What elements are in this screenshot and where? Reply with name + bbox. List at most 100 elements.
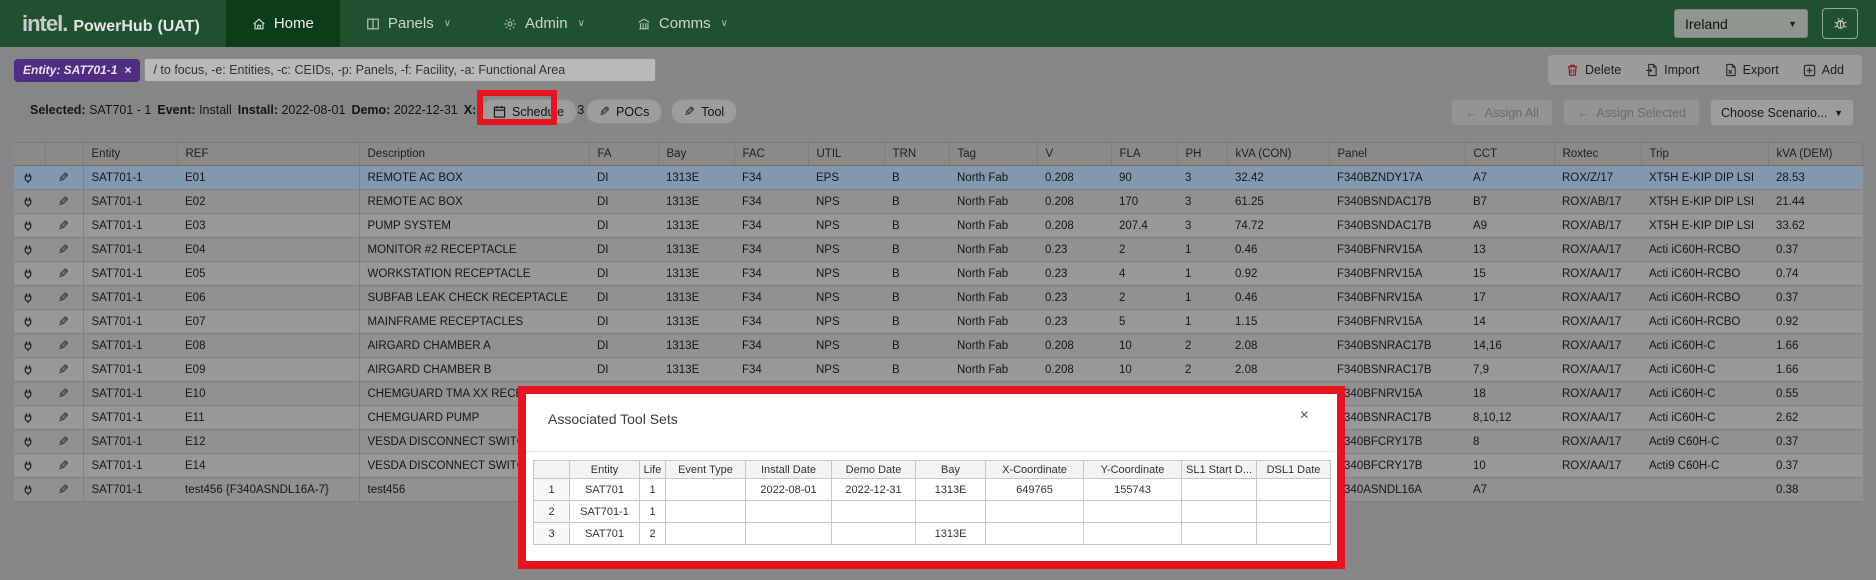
modal-cell-entity: SAT701 (570, 479, 640, 501)
column-header-entity[interactable]: Entity (83, 143, 177, 166)
modal-table-row[interactable]: 3SAT70121313E (534, 523, 1331, 545)
pocs-button[interactable]: ✎POCs (586, 99, 662, 124)
delete-button[interactable]: Delete (1554, 58, 1633, 82)
assign-group: ←Assign All ←Assign Selected Choose Scena… (1451, 99, 1854, 126)
selection-demo: Demo: 2022-12-31 (351, 103, 457, 117)
assign-all-button[interactable]: ←Assign All (1451, 99, 1553, 126)
export-button[interactable]: Export (1712, 58, 1791, 82)
edit-row-button[interactable]: ✎ (45, 406, 83, 430)
edit-row-button[interactable]: ✎ (45, 166, 83, 190)
column-header-util[interactable]: UTIL (808, 143, 884, 166)
pencil-icon: ✎ (58, 173, 69, 185)
plug-icon-cell[interactable] (14, 430, 45, 454)
column-header-description[interactable]: Description (359, 143, 589, 166)
column-header-bay[interactable]: Bay (658, 143, 734, 166)
tool-button[interactable]: ✎Tool (671, 99, 737, 124)
app-logo[interactable]: intel. PowerHub (UAT) (22, 11, 200, 37)
column-header-ph[interactable]: PH (1177, 143, 1227, 166)
table-row[interactable]: ✎SAT701-1E01REMOTE AC BOXDI1313EF34EPSBN… (14, 166, 1862, 190)
edit-row-button[interactable]: ✎ (45, 214, 83, 238)
import-button[interactable]: Import (1633, 58, 1711, 82)
button-label: Delete (1585, 63, 1621, 77)
arrow-left-icon: ← (1577, 106, 1590, 120)
table-row[interactable]: ✎SAT701-1E02REMOTE AC BOXDI1313EF34NPSBN… (14, 190, 1862, 214)
edit-row-button[interactable]: ✎ (45, 478, 83, 502)
nav-item-home[interactable]: Home (226, 0, 340, 47)
table-row[interactable]: ✎SAT701-1E03PUMP SYSTEMDI1313EF34NPSBNor… (14, 214, 1862, 238)
column-header-fla[interactable]: FLA (1111, 143, 1177, 166)
scenario-select[interactable]: Choose Scenario... ▼ (1710, 99, 1854, 126)
modal-table-row[interactable]: 2SAT701-11 (534, 501, 1331, 523)
plug-icon-cell[interactable] (14, 262, 45, 286)
assign-selected-button[interactable]: ←Assign Selected (1563, 99, 1700, 126)
modal-column-header-dsl1-date: DSL1 Date (1257, 461, 1331, 479)
table-row[interactable]: ✎SAT701-1E06SUBFAB LEAK CHECK RECEPTACLE… (14, 286, 1862, 310)
cell-ref: E14 (177, 454, 359, 478)
export-icon (1724, 63, 1737, 77)
plug-icon-cell[interactable] (14, 190, 45, 214)
column-header-fac[interactable]: FAC (734, 143, 808, 166)
table-row[interactable]: ✎SAT701-1E04MONITOR #2 RECEPTACLEDI1313E… (14, 238, 1862, 262)
column-header-ref[interactable]: REF (177, 143, 359, 166)
plug-icon-cell[interactable] (14, 334, 45, 358)
plug-icon-cell[interactable] (14, 166, 45, 190)
search-input[interactable] (144, 58, 656, 82)
close-icon[interactable]: × (124, 63, 131, 77)
modal-cell-sl1-start-d (1182, 479, 1257, 501)
cell-trn: B (884, 286, 949, 310)
nav-item-panels[interactable]: Panels∨ (340, 0, 477, 47)
cell-ph: 1 (1177, 286, 1227, 310)
column-header-cct[interactable]: CCT (1465, 143, 1554, 166)
cell-kva-con: 0.46 (1227, 286, 1329, 310)
column-header-kva-dem[interactable]: kVA (DEM) (1768, 143, 1862, 166)
edit-row-button[interactable]: ✎ (45, 286, 83, 310)
plug-icon-cell[interactable] (14, 478, 45, 502)
add-button[interactable]: Add (1791, 58, 1856, 82)
plug-icon-cell[interactable] (14, 382, 45, 406)
column-header-trn[interactable]: TRN (884, 143, 949, 166)
cell-trip: XT5H E-KIP DIP LSI (1641, 214, 1768, 238)
edit-row-button[interactable]: ✎ (45, 430, 83, 454)
nav-item-admin[interactable]: Admin∨ (477, 0, 611, 47)
plug-icon (22, 243, 37, 256)
plug-icon-cell[interactable] (14, 310, 45, 334)
annotation-highlight-schedule (477, 90, 557, 125)
edit-row-button[interactable]: ✎ (45, 334, 83, 358)
table-row[interactable]: ✎SAT701-1E05WORKSTATION RECEPTACLEDI1313… (14, 262, 1862, 286)
entity-filter-badge[interactable]: Entity: SAT701-1 × (14, 59, 140, 82)
cell-fac: F34 (734, 310, 808, 334)
edit-row-button[interactable]: ✎ (45, 454, 83, 478)
column-header-trip[interactable]: Trip (1641, 143, 1768, 166)
table-row[interactable]: ✎SAT701-1E08AIRGARD CHAMBER ADI1313EF34N… (14, 334, 1862, 358)
edit-row-button[interactable]: ✎ (45, 358, 83, 382)
column-header-fa[interactable]: FA (589, 143, 658, 166)
plug-icon-cell[interactable] (14, 358, 45, 382)
table-row[interactable]: ✎SAT701-1E07MAINFRAME RECEPTACLESDI1313E… (14, 310, 1862, 334)
cell-roxtec (1554, 478, 1641, 502)
plug-icon-cell[interactable] (14, 238, 45, 262)
region-select[interactable]: Ireland ▼ (1674, 9, 1808, 38)
pencil-icon: ✎ (684, 104, 695, 120)
cell-panel: F340BSNRAC17B (1329, 334, 1465, 358)
plug-icon-cell[interactable] (14, 406, 45, 430)
nav-item-comms[interactable]: Comms∨ (611, 0, 754, 47)
column-header-kva-con[interactable]: kVA (CON) (1227, 143, 1329, 166)
edit-row-button[interactable]: ✎ (45, 310, 83, 334)
modal-cell-life: 2 (640, 523, 666, 545)
column-header-tag[interactable]: Tag (949, 143, 1037, 166)
edit-row-button[interactable]: ✎ (45, 262, 83, 286)
table-row[interactable]: ✎SAT701-1E09AIRGARD CHAMBER BDI1313EF34N… (14, 358, 1862, 382)
plug-icon-cell[interactable] (14, 286, 45, 310)
plug-icon-cell[interactable] (14, 214, 45, 238)
plug-icon-cell[interactable] (14, 454, 45, 478)
modal-table-row[interactable]: 1SAT70112022-08-012022-12-311313E6497651… (534, 479, 1331, 501)
modal-column-header-entity: Entity (570, 461, 640, 479)
edit-row-button[interactable]: ✎ (45, 190, 83, 214)
edit-row-button[interactable]: ✎ (45, 382, 83, 406)
column-header-roxtec[interactable]: Roxtec (1554, 143, 1641, 166)
modal-close-icon[interactable]: × (1300, 408, 1309, 424)
edit-row-button[interactable]: ✎ (45, 238, 83, 262)
column-header-v[interactable]: V (1037, 143, 1111, 166)
column-header-panel[interactable]: Panel (1329, 143, 1465, 166)
bug-report-button[interactable] (1822, 8, 1858, 39)
